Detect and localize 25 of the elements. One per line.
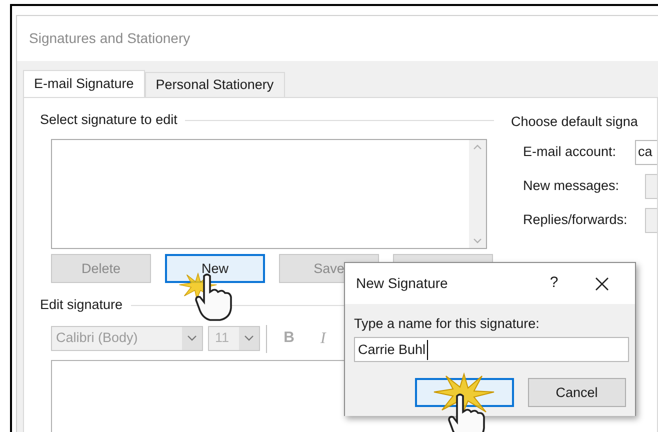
name-input-field[interactable]: Carrie Buhl	[354, 337, 629, 362]
scroll-down-icon[interactable]	[473, 238, 482, 244]
tab[interactable]: E-mail Signature	[23, 70, 145, 98]
dropdown-field[interactable]: ca	[635, 140, 657, 165]
action-button[interactable]: New	[165, 254, 265, 284]
dropdown-field[interactable]	[645, 208, 657, 233]
field-label: Replies/forwards:	[523, 211, 628, 230]
chevron-down-icon[interactable]	[182, 327, 202, 350]
section-heading: Choose default signa	[511, 114, 638, 129]
tab[interactable]: Personal Stationery	[144, 72, 285, 97]
field-label: New messages:	[523, 177, 620, 196]
hand-cursor-icon	[194, 272, 234, 322]
scroll-up-icon[interactable]	[473, 144, 482, 150]
dialog-button[interactable]: Cancel	[528, 378, 626, 408]
help-button[interactable]: ?	[536, 272, 572, 295]
scrollbar[interactable]	[469, 140, 486, 248]
chevron-down-icon[interactable]	[239, 327, 259, 350]
section-heading: Edit signature	[40, 296, 123, 314]
close-icon[interactable]	[595, 276, 609, 290]
section-heading: Select signature to edit	[40, 111, 178, 129]
signature-list[interactable]	[51, 139, 487, 250]
window-title: Signatures and Stationery	[29, 29, 190, 48]
field-label: E-mail account:	[523, 143, 618, 162]
dropdown-field[interactable]	[645, 174, 657, 199]
field-label: Type a name for this signature:	[354, 315, 540, 333]
